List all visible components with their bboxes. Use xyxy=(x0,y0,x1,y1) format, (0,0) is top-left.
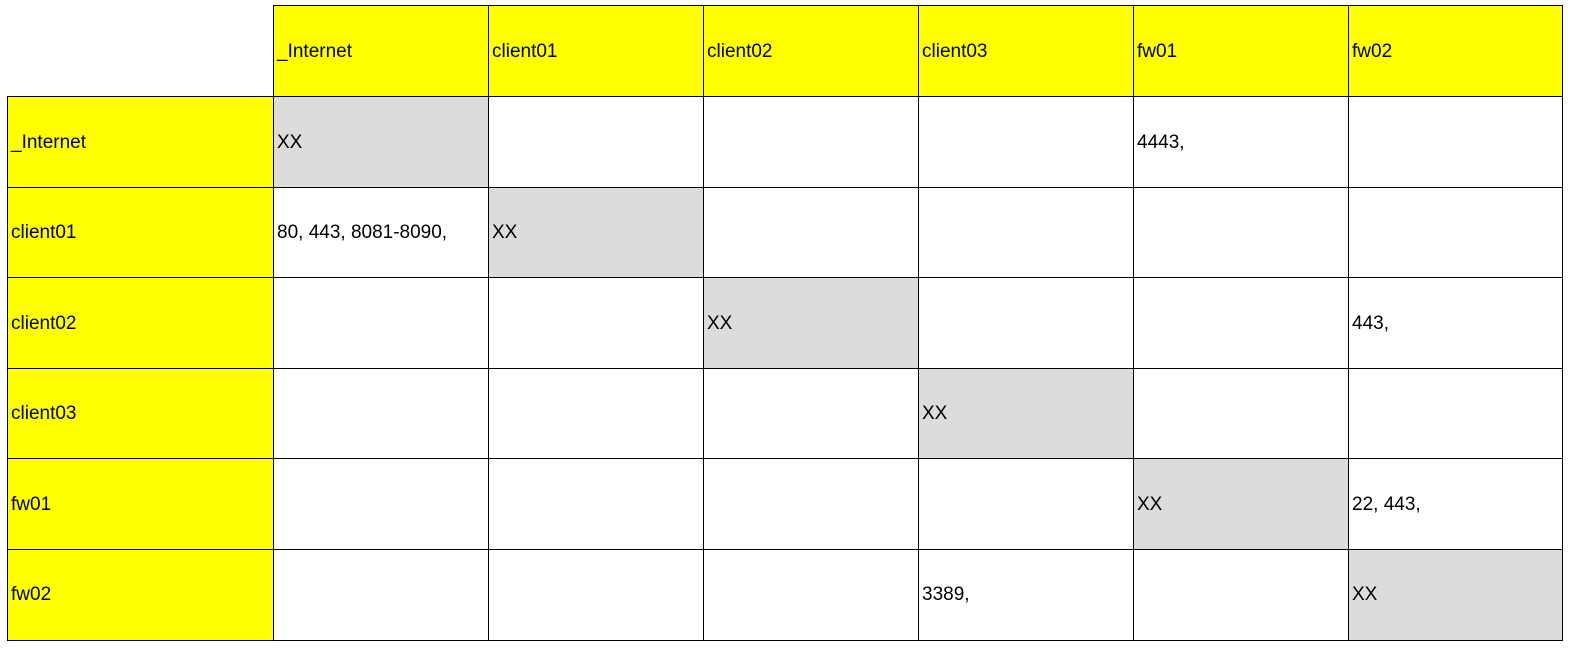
matrix-cell-fw02-to-internet xyxy=(273,549,489,641)
matrix-cell-fw01-to-internet xyxy=(273,458,489,550)
matrix-cell-internet-to-internet: XX xyxy=(273,96,489,188)
matrix-cell-client02-to-client03 xyxy=(918,277,1134,369)
matrix-cell-client02-to-internet xyxy=(273,277,489,369)
matrix-cell-fw01-to-fw01: XX xyxy=(1133,458,1349,550)
column-header-fw02: fw02 xyxy=(1348,5,1563,97)
matrix-cell-client02-to-fw01 xyxy=(1133,277,1349,369)
row-header-fw02: fw02 xyxy=(7,549,274,641)
matrix-cell-client01-to-client03 xyxy=(918,187,1134,278)
matrix-cell-client03-to-fw02 xyxy=(1348,368,1563,459)
port-matrix-table: _Internet client01 client02 client03 fw01 fw0… xyxy=(0,0,1590,652)
row-header-client03: client03 xyxy=(7,368,274,459)
matrix-cell-internet-to-client02 xyxy=(703,96,919,188)
row-header-internet: _Internet xyxy=(7,96,274,188)
matrix-cell-client01-to-internet: 80, 443, 8081-8090, xyxy=(273,187,489,278)
matrix-cell-fw02-to-client03: 3389, xyxy=(918,549,1134,641)
matrix-cell-client03-to-client02 xyxy=(703,368,919,459)
column-header-client02: client02 xyxy=(703,5,919,97)
column-header-client03: client03 xyxy=(918,5,1134,97)
matrix-cell-internet-to-fw02 xyxy=(1348,96,1563,188)
matrix-cell-client01-to-client01: XX xyxy=(488,187,704,278)
matrix-cell-internet-to-client01 xyxy=(488,96,704,188)
matrix-cell-fw01-to-client03 xyxy=(918,458,1134,550)
matrix-cell-internet-to-client03 xyxy=(918,96,1134,188)
matrix-cell-fw01-to-client02 xyxy=(703,458,919,550)
matrix-cell-client03-to-internet xyxy=(273,368,489,459)
matrix-cell-fw02-to-fw01 xyxy=(1133,549,1349,641)
matrix-cell-client03-to-client03: XX xyxy=(918,368,1134,459)
matrix-cell-fw01-to-client01 xyxy=(488,458,704,550)
matrix-cell-client03-to-client01 xyxy=(488,368,704,459)
column-header-internet: _Internet xyxy=(273,5,489,97)
matrix-cell-client02-to-client01 xyxy=(488,277,704,369)
matrix-cell-internet-to-fw01: 4443, xyxy=(1133,96,1349,188)
matrix-cell-client01-to-client02 xyxy=(703,187,919,278)
matrix-cell-fw02-to-client02 xyxy=(703,549,919,641)
matrix-cell-client03-to-fw01 xyxy=(1133,368,1349,459)
matrix-cell-client02-to-client02: XX xyxy=(703,277,919,369)
column-header-fw01: fw01 xyxy=(1133,5,1349,97)
matrix-cell-client02-to-fw02: 443, xyxy=(1348,277,1563,369)
row-header-client02: client02 xyxy=(7,277,274,369)
matrix-cell-fw02-to-fw02: XX xyxy=(1348,549,1563,641)
column-header-client01: client01 xyxy=(488,5,704,97)
matrix-cell-client01-to-fw02 xyxy=(1348,187,1563,278)
matrix-cell-fw02-to-client01 xyxy=(488,549,704,641)
matrix-cell-fw01-to-fw02: 22, 443, xyxy=(1348,458,1563,550)
matrix-cell-client01-to-fw01 xyxy=(1133,187,1349,278)
row-header-fw01: fw01 xyxy=(7,458,274,550)
row-header-client01: client01 xyxy=(7,187,274,278)
